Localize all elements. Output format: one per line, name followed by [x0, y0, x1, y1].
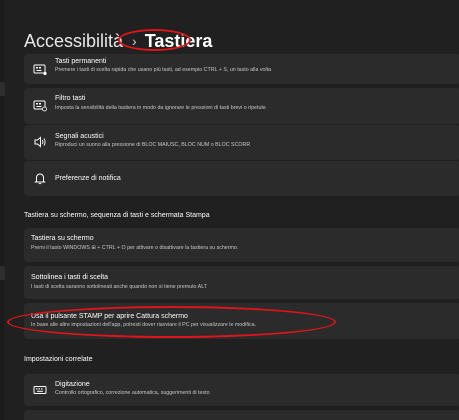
setting-title: Digitazione — [55, 381, 90, 388]
page-title: Tastiera — [144, 30, 213, 51]
setting-title: Preferenze di notifica — [55, 175, 121, 182]
sticky-keys-icon — [33, 62, 47, 76]
setting-title: Tasti permanenti — [55, 58, 107, 65]
setting-card-on-screen-keyboard[interactable]: Tastiera su schermo Premi il tasto WINDO… — [24, 228, 459, 262]
setting-title: Segnali acustici — [55, 133, 104, 140]
nav-item-stub[interactable] — [0, 266, 5, 280]
setting-description: Premi il tasto WINDOWS ⊞ + CTRL + O per … — [31, 245, 239, 251]
breadcrumb: Accessibilità › Tastiera — [24, 29, 212, 53]
setting-card-underline-access-keys[interactable]: Sottolinea i tasti di scelta I tasti di … — [24, 266, 459, 299]
chevron-right-icon: › — [132, 33, 137, 49]
setting-title: Filtro tasti — [55, 95, 86, 102]
setting-description: In base alle altre impostazioni dell'app… — [31, 322, 257, 328]
setting-card-notifications[interactable]: Preferenze di notifica — [24, 161, 459, 196]
section-header: Impostazioni correlate — [24, 356, 93, 363]
bell-icon — [33, 171, 47, 185]
setting-description: I tasti di scelta saranno sottolineati a… — [31, 284, 207, 290]
setting-card-print-screen[interactable]: Usa il pulsante STAMP per aprire Cattura… — [24, 303, 459, 339]
nav-item-stub[interactable] — [0, 82, 5, 96]
navigation-edge — [0, 0, 4, 420]
speaker-icon — [33, 135, 47, 149]
setting-title: Sottolinea i tasti di scelta — [31, 274, 109, 281]
setting-title: Usa il pulsante STAMP per aprire Cattura… — [31, 313, 188, 320]
setting-card-sticky-keys[interactable]: Tasti permanenti Premere i tasti di scel… — [24, 54, 459, 84]
setting-card-typing[interactable]: Digitazione Controllo ortografico, corre… — [24, 374, 459, 406]
filter-keys-icon — [33, 98, 47, 112]
setting-title: Tastiera su schermo — [31, 235, 94, 242]
breadcrumb-root-link[interactable]: Accessibilità — [24, 31, 123, 52]
setting-description: Premere i tasti di scelta rapida che usa… — [55, 67, 272, 73]
setting-description: Riproduci un suono alla pressione di BLO… — [55, 142, 251, 148]
keyboard-icon — [33, 383, 47, 397]
setting-card-partial[interactable] — [24, 410, 459, 420]
setting-description: Controllo ortografico, correzione automa… — [55, 390, 210, 396]
section-header: Tastiera su schermo, sequenza di tasti e… — [24, 212, 210, 219]
setting-description: Imposta la sensibilità della tastiera in… — [55, 105, 266, 111]
setting-card-filter-keys[interactable]: Filtro tasti Imposta la sensibilità dell… — [24, 88, 459, 124]
setting-card-toggle-keys[interactable]: Segnali acustici Riproduci un suono alla… — [24, 125, 459, 160]
